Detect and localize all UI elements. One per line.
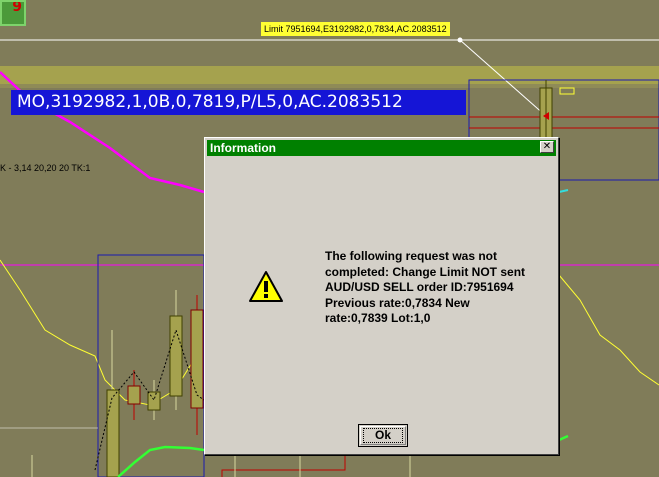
price-badge-text: 9: [12, 0, 22, 15]
limit-order-text: Limit 7951694,E3192982,0,7834,AC.2083512: [264, 24, 447, 34]
message-line: Previous rate:0,7834 New: [325, 295, 470, 310]
warning-icon: [249, 271, 283, 302]
ok-button-label: Ok: [374, 428, 391, 442]
message-line: rate:0,7839 Lot:1,0: [325, 311, 431, 325]
price-badge: 9: [0, 0, 26, 26]
message-line: completed: Change Limit NOT sent: [325, 264, 526, 279]
dialog-titlebar[interactable]: Information ✕: [207, 140, 556, 156]
dialog-message: The following request was not completed:…: [325, 249, 555, 327]
market-order-text: MO,3192982,1,0B,0,7819,P/L5,0,AC.2083512: [17, 92, 403, 112]
limit-order-label[interactable]: Limit 7951694,E3192982,0,7834,AC.2083512: [261, 22, 450, 36]
indicator-readout: K - 3,14 20,20 20 TK:1: [0, 163, 91, 173]
message-line: AUD/USD SELL order ID:7951694: [325, 280, 514, 294]
dialog-title: Information: [210, 141, 276, 155]
ok-button[interactable]: Ok: [358, 424, 408, 447]
close-button[interactable]: ✕: [540, 141, 554, 153]
information-dialog: Information ✕ The following request was …: [204, 137, 559, 455]
close-icon: ✕: [542, 141, 552, 152]
market-order-banner[interactable]: MO,3192982,1,0B,0,7819,P/L5,0,AC.2083512: [11, 90, 466, 115]
message-line: The following request was not: [325, 249, 498, 263]
